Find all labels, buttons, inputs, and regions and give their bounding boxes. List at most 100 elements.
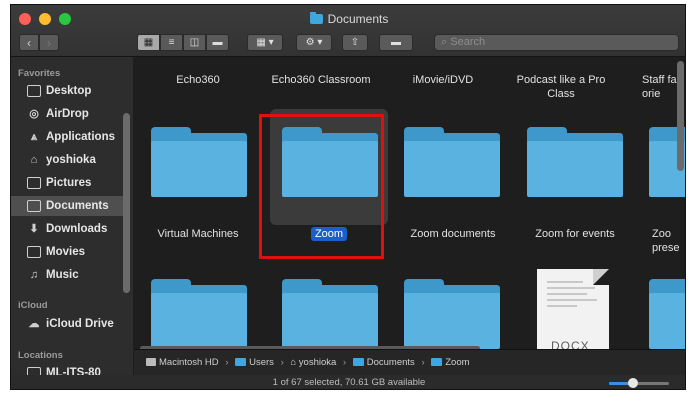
path-separator: › bbox=[225, 357, 229, 368]
tag-icon: ▬ bbox=[391, 37, 401, 48]
folder-icon bbox=[352, 358, 364, 366]
gear-icon: ⚙ ▾ bbox=[305, 37, 323, 48]
sidebar: Favorites Desktop ◎ AirDrop ⩓ Applicatio… bbox=[11, 57, 133, 379]
documents-icon bbox=[27, 200, 41, 212]
path-item[interactable]: Users bbox=[249, 357, 274, 368]
file-label[interactable]: Zoom for events bbox=[516, 227, 634, 241]
share-button[interactable]: ⇧ bbox=[342, 34, 368, 51]
columns-icon: ◫ bbox=[189, 37, 200, 48]
folder-icon[interactable] bbox=[404, 279, 500, 349]
hard-drive-icon bbox=[146, 358, 156, 366]
path-item[interactable]: Zoom bbox=[445, 357, 469, 368]
file-label[interactable]: Zoo prese bbox=[628, 227, 685, 255]
chevron-left-icon: ‹ bbox=[27, 36, 31, 50]
share-icon: ⇧ bbox=[350, 37, 360, 48]
home-icon: ⌂ bbox=[30, 154, 38, 166]
file-label[interactable]: Echo360 bbox=[139, 73, 257, 87]
group-by-button[interactable]: ▦ ▾ bbox=[247, 34, 283, 51]
list-view-button[interactable]: ≡ bbox=[160, 34, 183, 51]
gallery-view-button[interactable]: ▬ bbox=[206, 34, 229, 51]
airdrop-icon: ◎ bbox=[29, 108, 39, 120]
sidebar-item-label: Desktop bbox=[46, 85, 92, 97]
file-label[interactable]: Echo360 Classroom bbox=[262, 73, 380, 87]
folder-icon[interactable] bbox=[151, 279, 247, 349]
search-placeholder: Search bbox=[450, 36, 486, 48]
sidebar-item-label: yoshioka bbox=[46, 154, 96, 166]
window-title-text: Documents bbox=[327, 12, 389, 26]
docx-label: DOCX bbox=[551, 339, 590, 349]
desktop-icon bbox=[27, 85, 41, 97]
sidebar-scrollbar[interactable] bbox=[123, 113, 130, 293]
search-icon: ⌕ bbox=[441, 36, 448, 48]
document-icon[interactable]: DOCX bbox=[537, 269, 609, 349]
finder-window: Documents ‹ › ▦ ≡ ◫ ▬ ▦ ▾ ⚙ ▾ ⇧ ▬ ⌕ Sear… bbox=[10, 4, 686, 390]
file-label[interactable]: Podcast like a Pro Class bbox=[506, 73, 616, 101]
path-item[interactable]: Macintosh HD bbox=[159, 357, 219, 368]
vertical-scrollbar[interactable] bbox=[677, 61, 684, 171]
downloads-icon: ⬇ bbox=[29, 223, 39, 235]
grid-icon: ▦ bbox=[143, 37, 154, 48]
path-bar: Macintosh HD › Users › ⌂ yoshioka › Docu… bbox=[134, 349, 685, 375]
folder-icon[interactable] bbox=[527, 127, 623, 197]
path-separator: › bbox=[280, 357, 284, 368]
slider-knob[interactable] bbox=[628, 378, 638, 388]
window-title: Documents bbox=[11, 12, 685, 26]
sidebar-item-label: Pictures bbox=[46, 177, 92, 189]
applications-icon: ⩓ bbox=[30, 131, 38, 143]
sidebar-item-icloud-drive[interactable]: ☁ iCloud Drive bbox=[11, 314, 123, 334]
sidebar-item-documents[interactable]: Documents bbox=[11, 196, 123, 216]
sidebar-item-label: Movies bbox=[46, 246, 85, 258]
file-label[interactable]: Zoom documents bbox=[394, 227, 512, 241]
sidebar-item-label: Downloads bbox=[46, 223, 108, 235]
path-separator: › bbox=[342, 357, 347, 368]
sidebar-item-yoshioka[interactable]: ⌂ yoshioka bbox=[11, 150, 123, 170]
annotation-box bbox=[259, 114, 384, 259]
path-item[interactable]: Documents bbox=[367, 357, 415, 368]
sidebar-item-airdrop[interactable]: ◎ AirDrop bbox=[11, 104, 123, 124]
chevron-right-icon: › bbox=[47, 36, 51, 50]
column-view-button[interactable]: ◫ bbox=[183, 34, 206, 51]
sidebar-item-downloads[interactable]: ⬇ Downloads bbox=[11, 219, 123, 239]
folder-icon[interactable] bbox=[282, 279, 378, 349]
icon-view-button[interactable]: ▦ bbox=[137, 34, 160, 51]
icloud-header: iCloud bbox=[18, 300, 48, 311]
favorites-header: Favorites bbox=[18, 68, 61, 79]
file-label[interactable]: iMovie/iDVD bbox=[384, 73, 502, 87]
folder-icon[interactable] bbox=[404, 127, 500, 197]
file-label[interactable]: Virtual Machines bbox=[139, 227, 257, 241]
list-icon: ≡ bbox=[168, 37, 175, 48]
folder-icon bbox=[235, 358, 247, 366]
icon-size-slider[interactable] bbox=[609, 378, 669, 388]
sidebar-item-pictures[interactable]: Pictures bbox=[11, 173, 123, 193]
sidebar-item-label: AirDrop bbox=[46, 108, 89, 120]
folder-icon bbox=[431, 358, 443, 366]
sidebar-item-desktop[interactable]: Desktop bbox=[11, 81, 123, 101]
locations-header: Locations bbox=[18, 350, 63, 361]
folder-icon bbox=[309, 12, 323, 24]
group-icon: ▦ ▾ bbox=[256, 37, 274, 48]
forward-button[interactable]: › bbox=[39, 34, 59, 51]
gallery-icon: ▬ bbox=[212, 37, 223, 48]
title-bar: Documents ‹ › ▦ ≡ ◫ ▬ ▦ ▾ ⚙ ▾ ⇧ ▬ ⌕ Sear… bbox=[11, 5, 685, 57]
sidebar-item-music[interactable]: ♫ Music bbox=[11, 265, 123, 285]
sidebar-item-label: iCloud Drive bbox=[46, 318, 114, 330]
view-mode-buttons: ▦ ≡ ◫ ▬ bbox=[137, 34, 229, 51]
path-item[interactable]: yoshioka bbox=[299, 357, 337, 368]
folder-icon[interactable] bbox=[649, 279, 685, 349]
path-separator: › bbox=[421, 357, 425, 368]
sidebar-item-movies[interactable]: Movies bbox=[11, 242, 123, 262]
status-text: 1 of 67 selected, 70.61 GB available bbox=[272, 377, 426, 388]
sidebar-item-label: Applications bbox=[46, 131, 116, 143]
action-menu-button[interactable]: ⚙ ▾ bbox=[296, 34, 332, 51]
back-button[interactable]: ‹ bbox=[19, 34, 39, 51]
search-field[interactable]: ⌕ Search bbox=[434, 34, 679, 51]
sidebar-item-label: Music bbox=[46, 269, 79, 281]
folder-icon[interactable] bbox=[151, 127, 247, 197]
sidebar-item-label: Documents bbox=[46, 200, 109, 212]
home-icon: ⌂ bbox=[290, 357, 297, 368]
tags-button[interactable]: ▬ bbox=[379, 34, 413, 51]
movies-icon bbox=[27, 246, 41, 258]
pictures-icon bbox=[27, 177, 41, 189]
status-bar: 1 of 67 selected, 70.61 GB available bbox=[11, 375, 685, 389]
sidebar-item-applications[interactable]: ⩓ Applications bbox=[11, 127, 123, 147]
